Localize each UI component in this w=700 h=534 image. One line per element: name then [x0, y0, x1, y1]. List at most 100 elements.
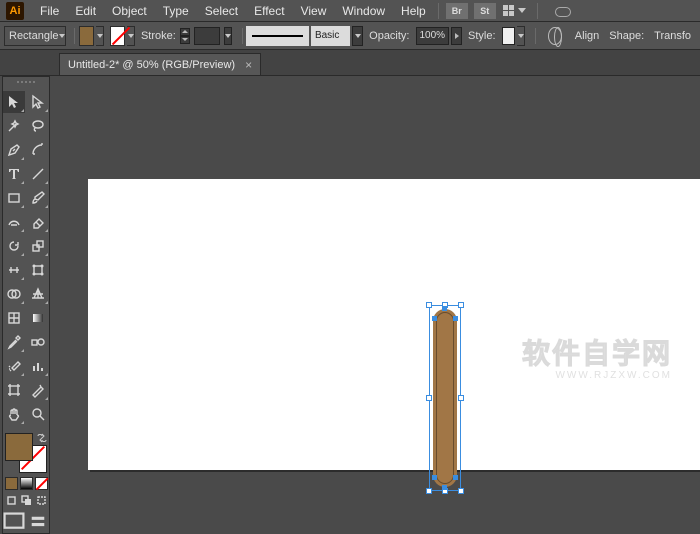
graphic-style-dropdown[interactable]: [517, 26, 525, 46]
edit-toolbar-button[interactable]: [27, 513, 49, 529]
artboard[interactable]: [88, 179, 700, 470]
zoom-tool[interactable]: [27, 403, 49, 425]
blend-tool[interactable]: [27, 331, 49, 353]
curvature-tool[interactable]: [27, 139, 49, 161]
brush-menu[interactable]: [352, 26, 363, 46]
stroke-weight-spinner[interactable]: [180, 28, 190, 44]
free-transform-tool[interactable]: [27, 259, 49, 281]
artboard-tool[interactable]: [3, 379, 25, 401]
default-fill-stroke-icon[interactable]: [3, 465, 13, 475]
swap-fill-stroke-icon[interactable]: [36, 431, 48, 443]
shape-type-dropdown[interactable]: Rectangle: [4, 26, 66, 46]
opacity-label: Opacity:: [369, 30, 409, 42]
gradient-mode-button[interactable]: [20, 477, 33, 490]
fill-color-swatch[interactable]: [5, 433, 33, 461]
anchor-point[interactable]: [453, 316, 458, 321]
document-tab-bar: Untitled-2* @ 50% (RGB/Preview) ×: [0, 50, 700, 76]
selected-shape[interactable]: [429, 305, 461, 491]
perspective-grid-tool[interactable]: [27, 283, 49, 305]
panel-grip[interactable]: [3, 81, 49, 89]
shape-panel-link[interactable]: Shape:: [609, 30, 644, 42]
scale-tool[interactable]: [27, 235, 49, 257]
pen-tool[interactable]: [3, 139, 25, 161]
type-tool[interactable]: [3, 163, 25, 185]
resize-handle-sw[interactable]: [426, 488, 432, 494]
menu-edit[interactable]: Edit: [67, 4, 104, 18]
selection-tool[interactable]: [3, 91, 25, 113]
draw-normal-icon[interactable]: [5, 494, 18, 507]
menu-effect[interactable]: Effect: [246, 4, 292, 18]
align-panel-link[interactable]: Align: [575, 30, 599, 42]
opacity-input[interactable]: 100%: [416, 27, 450, 45]
magic-wand-tool[interactable]: [3, 115, 25, 137]
gradient-tool[interactable]: [27, 307, 49, 329]
paintbrush-tool[interactable]: [27, 187, 49, 209]
document-tab-title: Untitled-2* @ 50% (RGB/Preview): [68, 59, 235, 71]
anchor-point[interactable]: [442, 306, 447, 311]
shaper-tool[interactable]: [3, 211, 25, 233]
fill-swatch[interactable]: [79, 26, 94, 46]
brush-definition[interactable]: [246, 26, 309, 46]
separator: [438, 3, 439, 19]
workspace: 软件自学网 WWW.RJZXW.COM: [0, 76, 700, 526]
resize-handle-ne[interactable]: [458, 302, 464, 308]
direct-selection-tool[interactable]: [27, 91, 49, 113]
menu-bar: Ai File Edit Object Type Select Effect V…: [0, 0, 700, 22]
menu-type[interactable]: Type: [155, 4, 197, 18]
eraser-tool[interactable]: [27, 211, 49, 233]
resize-handle-nw[interactable]: [426, 302, 432, 308]
graphic-style-swatch[interactable]: [502, 27, 516, 45]
column-graph-tool[interactable]: [27, 355, 49, 377]
bridge-button[interactable]: Br: [446, 3, 468, 19]
document-tab[interactable]: Untitled-2* @ 50% (RGB/Preview) ×: [59, 53, 261, 75]
hand-tool[interactable]: [3, 403, 25, 425]
resize-handle-w[interactable]: [426, 395, 432, 401]
color-mode-button[interactable]: [5, 477, 18, 490]
bounding-box: [429, 305, 461, 491]
symbol-sprayer-tool[interactable]: [3, 355, 25, 377]
transform-panel-link[interactable]: Transfo: [654, 30, 691, 42]
menu-window[interactable]: Window: [334, 4, 393, 18]
eyedropper-tool[interactable]: [3, 331, 25, 353]
workspace-switcher[interactable]: [503, 4, 533, 18]
resize-handle-se[interactable]: [458, 488, 464, 494]
close-tab-button[interactable]: ×: [245, 58, 252, 72]
color-mode-bar: [3, 477, 49, 490]
stroke-swatch[interactable]: [110, 26, 125, 46]
stroke-weight-menu[interactable]: [224, 27, 232, 45]
slice-tool[interactable]: [27, 379, 49, 401]
separator: [537, 3, 538, 19]
draw-inside-icon[interactable]: [35, 494, 48, 507]
anchor-point[interactable]: [432, 316, 437, 321]
mesh-tool[interactable]: [3, 307, 25, 329]
menu-object[interactable]: Object: [104, 4, 155, 18]
stock-button[interactable]: St: [474, 3, 496, 19]
width-tool[interactable]: [3, 259, 25, 281]
draw-behind-icon[interactable]: [20, 494, 33, 507]
lasso-tool[interactable]: [27, 115, 49, 137]
stroke-weight-input[interactable]: [194, 27, 220, 45]
separator: [74, 28, 75, 44]
menu-file[interactable]: File: [32, 4, 67, 18]
rectangle-tool[interactable]: [3, 187, 25, 209]
anchor-point[interactable]: [442, 485, 447, 490]
brush-style-dropdown[interactable]: Basic: [311, 26, 350, 46]
anchor-point[interactable]: [453, 475, 458, 480]
chevron-down-icon: [518, 8, 526, 13]
fill-stroke-control[interactable]: [3, 431, 49, 475]
workspace-grid-icon: [503, 5, 514, 16]
anchor-point[interactable]: [432, 475, 437, 480]
none-mode-button[interactable]: [35, 477, 48, 490]
sync-settings-icon[interactable]: [552, 5, 572, 17]
line-segment-tool[interactable]: [27, 163, 49, 185]
screen-mode-button[interactable]: [3, 513, 25, 529]
recolor-artwork-icon[interactable]: [548, 27, 562, 45]
menu-select[interactable]: Select: [197, 4, 246, 18]
opacity-dropdown[interactable]: [451, 27, 462, 45]
shape-builder-tool[interactable]: [3, 283, 25, 305]
fill-dropdown[interactable]: [96, 26, 104, 46]
rotate-tool[interactable]: [3, 235, 25, 257]
menu-help[interactable]: Help: [393, 4, 434, 18]
menu-view[interactable]: View: [293, 4, 335, 18]
resize-handle-e[interactable]: [458, 395, 464, 401]
